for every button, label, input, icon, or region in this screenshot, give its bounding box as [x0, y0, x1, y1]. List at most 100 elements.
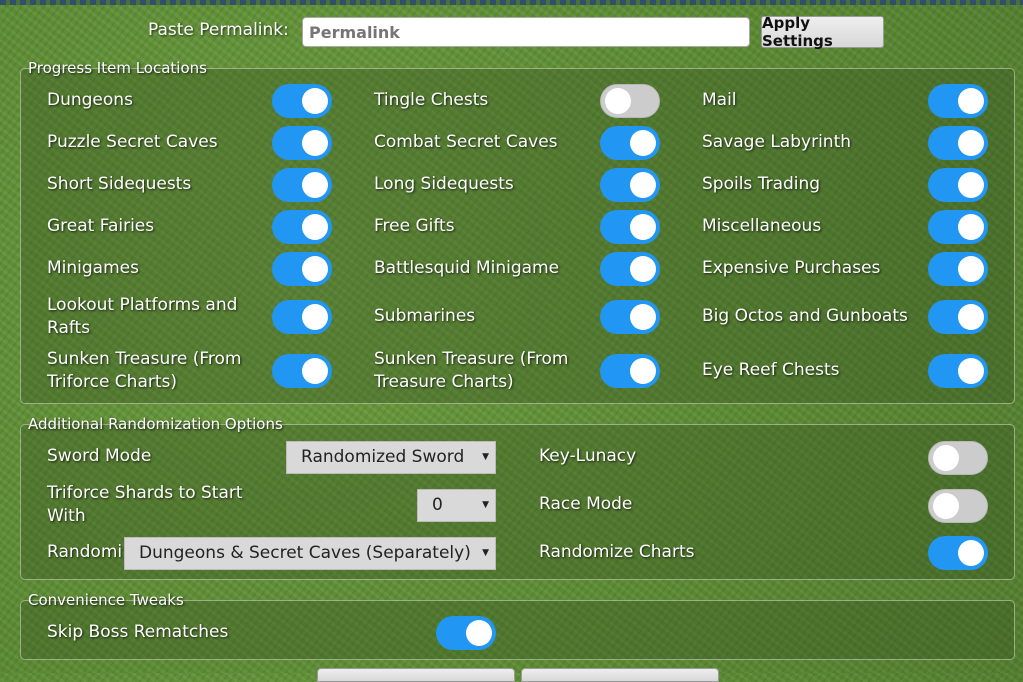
toggle-savage-labyrinth[interactable]: [928, 126, 988, 160]
toggle-knob: [302, 130, 328, 156]
toggle-knob: [630, 172, 656, 198]
toggle-knob: [302, 172, 328, 198]
toggle-puzzle-secret-caves[interactable]: [272, 126, 332, 160]
toggle-knob: [933, 493, 959, 519]
option-label-free-gifts: Free Gifts: [374, 216, 455, 236]
toggle-knob: [630, 214, 656, 240]
toggle-minigames[interactable]: [272, 252, 332, 286]
dropdown-arrow-icon: ▼: [482, 452, 489, 462]
toggle-knob: [958, 130, 984, 156]
toggle-knob: [958, 540, 984, 566]
bottom-button-right[interactable]: [521, 668, 719, 682]
toggle-knob: [958, 256, 984, 282]
race-mode-label: Race Mode: [539, 494, 633, 514]
toggle-battlesquid-minigame[interactable]: [600, 252, 660, 286]
additional-section-legend: Additional Randomization Options: [28, 415, 283, 433]
option-label-sunken-treasure-line1: Sunken Treasure (From: [374, 349, 569, 369]
option-label-lookout-platforms-line2: Rafts: [47, 318, 91, 338]
toggle-knob: [466, 620, 492, 646]
toggle-lookout-platforms[interactable]: [272, 300, 332, 334]
sword-mode-select[interactable]: Randomized Sword ▼: [286, 441, 496, 474]
toggle-randomize-charts[interactable]: [928, 536, 988, 570]
toggle-knob: [630, 304, 656, 330]
toggle-free-gifts[interactable]: [600, 210, 660, 244]
toggle-short-sidequests[interactable]: [272, 168, 332, 202]
toggle-knob: [958, 88, 984, 114]
option-label-sunken-triforce-line2: Triforce Charts): [47, 372, 178, 392]
option-label-short-sidequests: Short Sidequests: [47, 174, 192, 194]
toggle-race-mode[interactable]: [928, 489, 988, 523]
apply-settings-button[interactable]: Apply Settings: [761, 14, 884, 50]
option-label-submarines: Submarines: [374, 306, 476, 326]
toggle-knob: [302, 88, 328, 114]
toggle-mail[interactable]: [928, 84, 988, 118]
toggle-long-sidequests[interactable]: [600, 168, 660, 202]
triforce-shards-label-line2: With: [47, 506, 86, 526]
toggle-knob: [958, 358, 984, 384]
randomize-entrances-label: Randomi: [47, 542, 123, 562]
randomize-entrances-value: Dungeons & Secret Caves (Separately): [139, 543, 471, 563]
toggle-big-octos[interactable]: [928, 300, 988, 334]
permalink-row: Paste Permalink: Apply Settings: [0, 14, 1023, 50]
toggle-knob: [605, 88, 631, 114]
option-label-puzzle-secret-caves: Puzzle Secret Caves: [47, 132, 218, 152]
convenience-section-legend: Convenience Tweaks: [28, 591, 184, 609]
toggle-sunken-triforce[interactable]: [272, 354, 332, 388]
option-label-great-fairies: Great Fairies: [47, 216, 155, 236]
progress-section-legend: Progress Item Locations: [28, 59, 207, 77]
toggle-knob: [630, 130, 656, 156]
option-label-tingle-chests: Tingle Chests: [374, 90, 489, 110]
triforce-shards-value: 0: [432, 495, 443, 515]
triforce-shards-select[interactable]: 0 ▼: [417, 489, 496, 522]
option-label-sunken-treasure-line2: Treasure Charts): [374, 372, 514, 392]
bottom-button-left[interactable]: [317, 668, 515, 682]
option-label-minigames: Minigames: [47, 258, 139, 278]
option-label-battlesquid-minigame: Battlesquid Minigame: [374, 258, 560, 278]
toggle-knob: [958, 172, 984, 198]
toggle-miscellaneous[interactable]: [928, 210, 988, 244]
toggle-knob: [302, 304, 328, 330]
option-label-sunken-triforce-line1: Sunken Treasure (From: [47, 349, 242, 369]
randomize-entrances-select[interactable]: Dungeons & Secret Caves (Separately) ▼: [124, 537, 496, 570]
toggle-spoils-trading[interactable]: [928, 168, 988, 202]
dropdown-arrow-icon: ▼: [482, 500, 489, 510]
randomize-charts-label: Randomize Charts: [539, 542, 695, 562]
toggle-submarines[interactable]: [600, 300, 660, 334]
toggle-knob: [630, 358, 656, 384]
option-label-expensive-purchases: Expensive Purchases: [702, 258, 881, 278]
option-label-spoils-trading: Spoils Trading: [702, 174, 821, 194]
progress-item-locations-section: Progress Item Locations Dungeons Tingle …: [20, 59, 1015, 404]
toggle-combat-secret-caves[interactable]: [600, 126, 660, 160]
dropdown-arrow-icon: ▼: [482, 548, 489, 558]
option-label-dungeons: Dungeons: [47, 90, 133, 110]
toggle-skip-boss-rematches[interactable]: [436, 616, 496, 650]
toggle-dungeons[interactable]: [272, 84, 332, 118]
toggle-knob: [630, 256, 656, 282]
option-label-mail: Mail: [702, 90, 737, 110]
toggle-key-lunacy[interactable]: [928, 441, 988, 475]
option-label-big-octos: Big Octos and Gunboats: [702, 306, 908, 326]
top-border-strip: [0, 0, 1023, 5]
toggle-knob: [958, 304, 984, 330]
option-label-lookout-platforms-line1: Lookout Platforms and: [47, 295, 238, 315]
toggle-knob: [302, 256, 328, 282]
additional-randomization-section: Additional Randomization Options Sword M…: [20, 415, 1015, 580]
key-lunacy-label: Key-Lunacy: [539, 446, 637, 466]
toggle-tingle-chests[interactable]: [600, 84, 660, 118]
toggle-expensive-purchases[interactable]: [928, 252, 988, 286]
option-label-miscellaneous: Miscellaneous: [702, 216, 822, 236]
option-label-long-sidequests: Long Sidequests: [374, 174, 514, 194]
permalink-input[interactable]: [302, 17, 750, 47]
skip-boss-rematches-label: Skip Boss Rematches: [47, 622, 229, 642]
sword-mode-value: Randomized Sword: [301, 447, 465, 467]
option-label-combat-secret-caves: Combat Secret Caves: [374, 132, 558, 152]
triforce-shards-label-line1: Triforce Shards to Start: [47, 483, 243, 503]
sword-mode-label: Sword Mode: [47, 446, 152, 466]
toggle-sunken-treasure[interactable]: [600, 354, 660, 388]
convenience-tweaks-section: Convenience Tweaks Skip Boss Rematches: [20, 591, 1015, 660]
toggle-knob: [933, 445, 959, 471]
toggle-eye-reef-chests[interactable]: [928, 354, 988, 388]
permalink-label: Paste Permalink:: [148, 20, 289, 40]
toggle-great-fairies[interactable]: [272, 210, 332, 244]
toggle-knob: [958, 214, 984, 240]
